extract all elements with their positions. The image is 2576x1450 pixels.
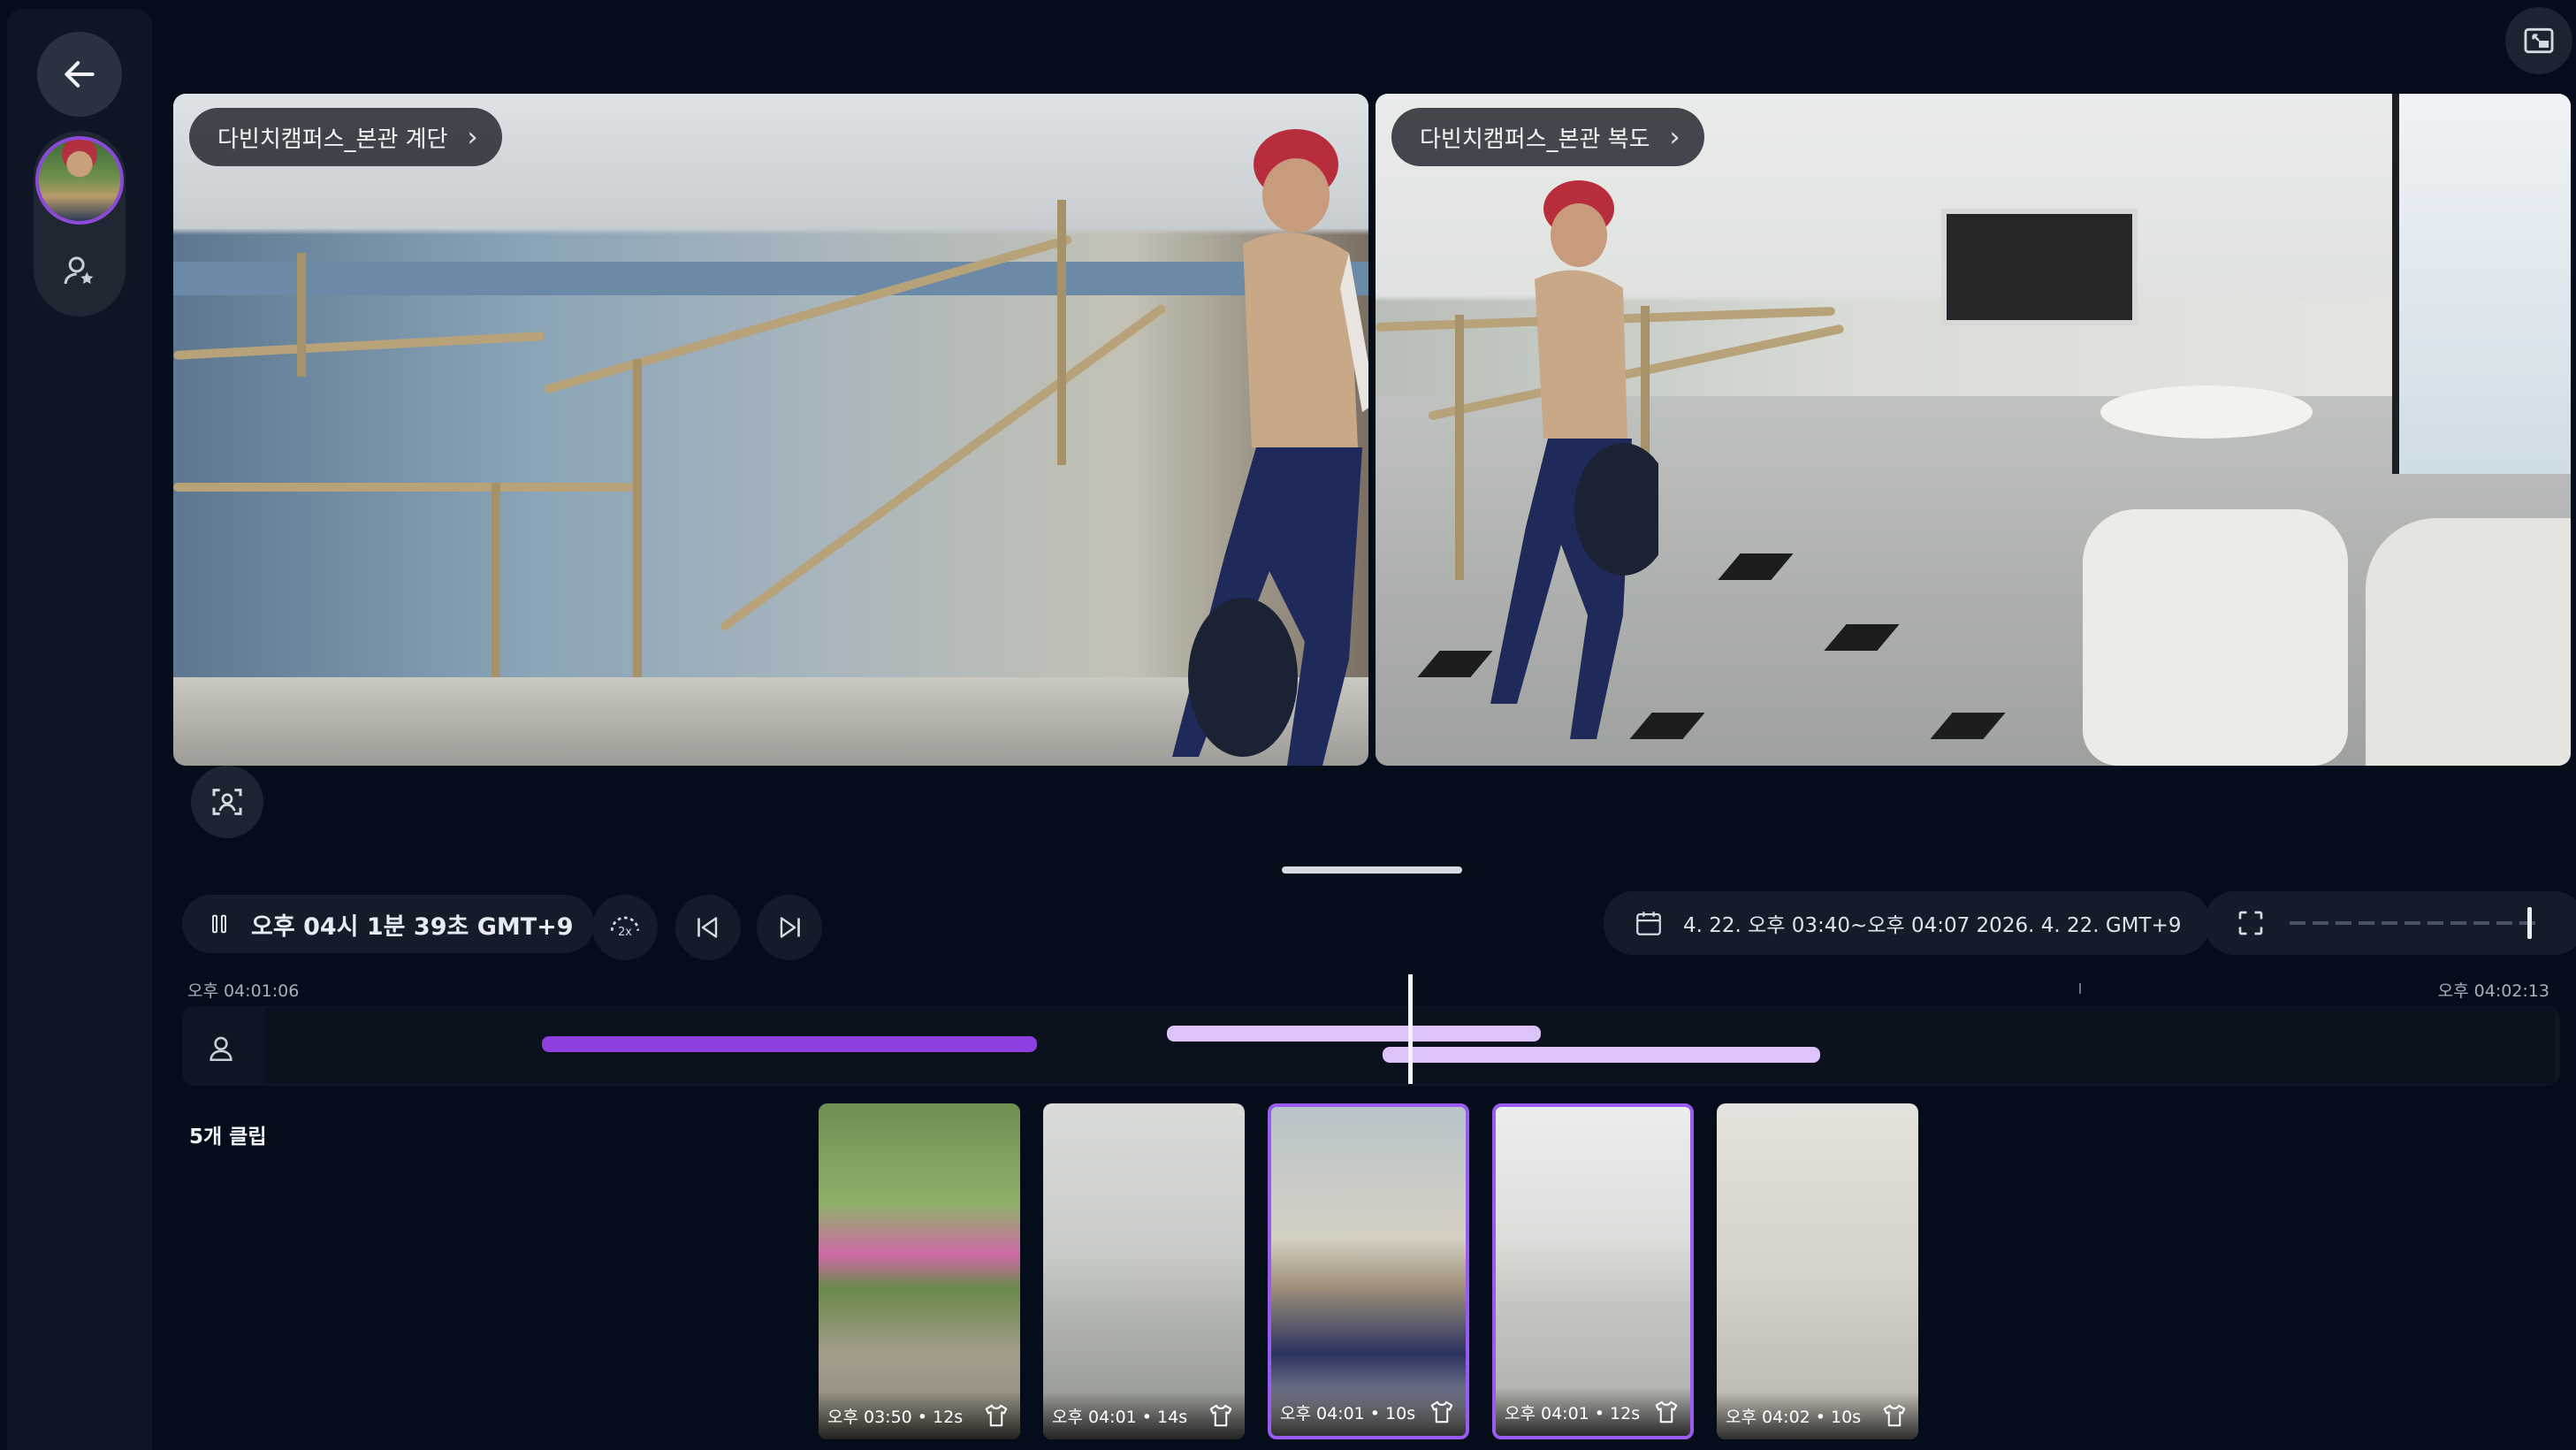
- clip-thumbnail[interactable]: 오후 03:50 • 12s: [819, 1103, 1020, 1439]
- playback-time-button[interactable]: 오후 04시 1분 39초 GMT+9: [182, 895, 594, 953]
- clip-caption-bar: 오후 04:02 • 10s: [1717, 1392, 1918, 1439]
- clip-caption: 오후 04:01 • 12s: [1505, 1403, 1641, 1423]
- clip-caption-bar: 오후 04:01 • 14s: [1043, 1392, 1245, 1439]
- timeline-segment[interactable]: [1167, 1026, 1541, 1042]
- camera-chip-left[interactable]: 다빈치캠퍼스_본관 계단 ›: [189, 108, 503, 166]
- timeline-tick: [2079, 983, 2081, 994]
- picture-in-picture-button[interactable]: [2505, 7, 2572, 74]
- camera-feed-right[interactable]: 다빈치캠퍼스_본관 복도 ›: [1376, 94, 2571, 766]
- zoom-slider[interactable]: [2290, 907, 2541, 939]
- clip-image: [819, 1103, 1020, 1439]
- date-range-label: 4. 22. 오후 03:40~오후 04:07 2026. 4. 22. GM…: [1683, 914, 2182, 937]
- panel-resize-handle[interactable]: [1282, 866, 1462, 874]
- shirt-icon[interactable]: [1208, 1402, 1234, 1429]
- shirt-icon[interactable]: [1653, 1399, 1680, 1425]
- clip-thumbnail[interactable]: 오후 04:02 • 10s: [1717, 1103, 1918, 1439]
- face-scan-button[interactable]: [191, 766, 263, 838]
- timeline-zoom-control: [2205, 891, 2576, 955]
- current-time-label: 오후 04시 1분 39초 GMT+9: [251, 912, 574, 941]
- clip-image: [1496, 1107, 1690, 1436]
- shirt-icon[interactable]: [1429, 1399, 1455, 1425]
- avatar[interactable]: [35, 136, 124, 225]
- camera-name-right: 다빈치캠퍼스_본관 복도: [1420, 126, 1650, 153]
- timeline-start-label: 오후 04:01:06: [187, 981, 300, 1001]
- back-arrow-icon: [65, 61, 95, 88]
- playback-speed-button[interactable]: 2x: [592, 895, 658, 960]
- person-star-icon: [64, 256, 94, 285]
- clip-caption: 오후 04:01 • 10s: [1280, 1403, 1416, 1423]
- clip-caption-bar: 오후 04:01 • 12s: [1496, 1388, 1690, 1436]
- step-back-button[interactable]: [675, 895, 741, 960]
- camera-feed-left[interactable]: 다빈치캠퍼스_본관 계단 ›: [173, 94, 1368, 766]
- step-forward-button[interactable]: [757, 895, 822, 960]
- clip-caption-bar: 오후 04:01 • 10s: [1271, 1388, 1466, 1436]
- speed-icon: 2x: [610, 916, 640, 939]
- back-button[interactable]: [37, 32, 122, 117]
- zoom-slider-thumb[interactable]: [2527, 907, 2532, 939]
- chevron-right-icon: ›: [467, 121, 478, 153]
- shirt-icon[interactable]: [1881, 1402, 1908, 1429]
- person-icon: [210, 1036, 232, 1062]
- clip-caption: 오후 04:02 • 10s: [1726, 1407, 1862, 1427]
- step-forward-icon: [780, 917, 800, 938]
- timeline-person-button[interactable]: [200, 1027, 242, 1070]
- clip-image: [1717, 1103, 1918, 1439]
- clip-count-label: 5개 클립: [189, 1126, 267, 1149]
- clip-image: [1271, 1107, 1466, 1436]
- date-range-button[interactable]: 4. 22. 오후 03:40~오후 04:07 2026. 4. 22. GM…: [1604, 891, 2210, 955]
- speed-label: 2x: [618, 926, 632, 939]
- timeline-segment[interactable]: [542, 1036, 1037, 1052]
- person-star-button[interactable]: [58, 249, 101, 292]
- clip-caption: 오후 03:50 • 12s: [827, 1407, 964, 1427]
- shirt-icon[interactable]: [983, 1402, 1010, 1429]
- clip-image: [1043, 1103, 1245, 1439]
- clip-thumbnail[interactable]: 오후 04:01 • 10s: [1268, 1103, 1469, 1439]
- camera-name-left: 다빈치캠퍼스_본관 계단: [217, 126, 448, 153]
- clip-caption-bar: 오후 03:50 • 12s: [819, 1392, 1020, 1439]
- chevron-right-icon: ›: [1669, 121, 1680, 153]
- calendar-icon: [1636, 912, 1661, 935]
- pause-icon: [212, 914, 226, 934]
- clip-thumbnail[interactable]: 오후 04:01 • 14s: [1043, 1103, 1245, 1439]
- picture-in-picture-icon: [2524, 27, 2554, 54]
- step-back-icon: [697, 917, 718, 938]
- timeline-segment[interactable]: [1382, 1047, 1820, 1063]
- camera-chip-right[interactable]: 다빈치캠퍼스_본관 복도 ›: [1391, 108, 1705, 166]
- face-scan-icon: [212, 789, 242, 815]
- expand-icon[interactable]: [2235, 907, 2267, 939]
- clip-thumbnail[interactable]: 오후 04:01 • 12s: [1492, 1103, 1694, 1439]
- clip-caption: 오후 04:01 • 14s: [1052, 1407, 1188, 1427]
- timeline-playhead[interactable]: [1408, 974, 1413, 1084]
- timeline-end-label: 오후 04:02:13: [2437, 981, 2549, 1001]
